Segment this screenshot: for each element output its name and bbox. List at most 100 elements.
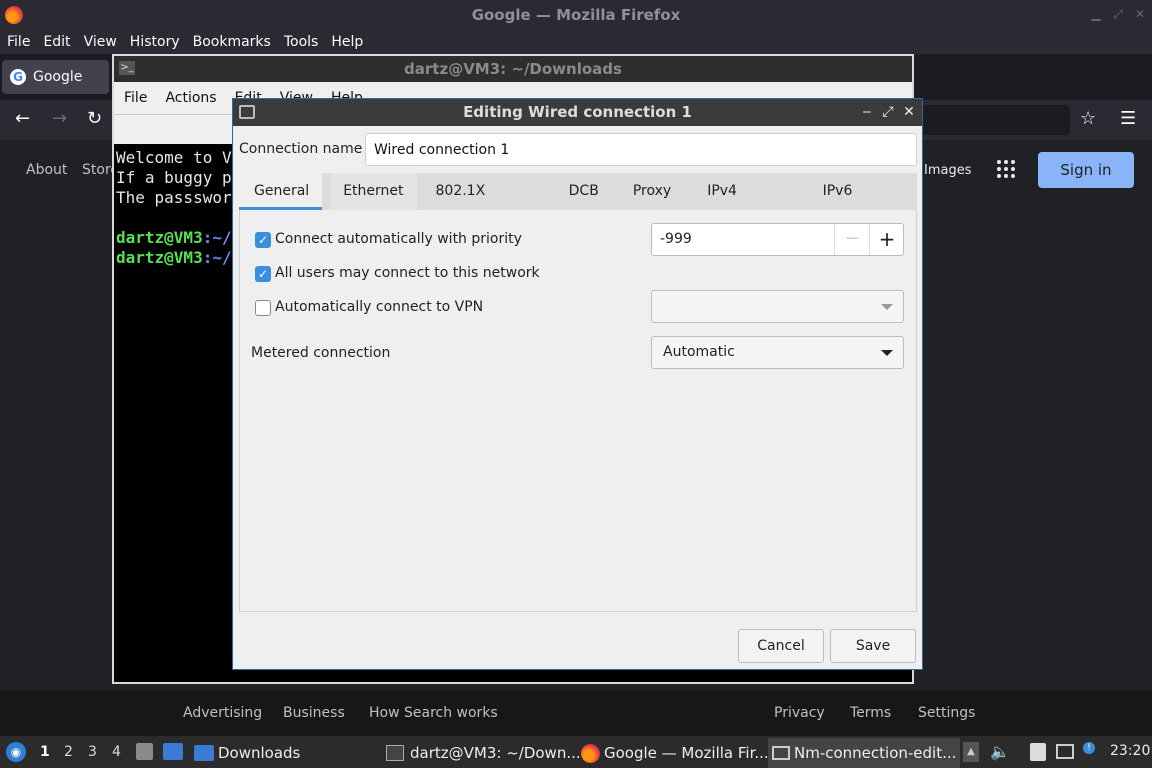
dropdown-arrow-icon [881, 304, 893, 310]
terminal-prompt: dartz@VM3:~/ [116, 228, 232, 247]
terminal-icon [386, 745, 404, 761]
all-users-checkbox[interactable]: ✓ [255, 266, 271, 282]
all-users-label[interactable]: All users may connect to this network [275, 265, 540, 281]
forward-icon[interactable]: → [52, 108, 67, 129]
menu-view[interactable]: View [78, 34, 123, 50]
auto-connect-checkbox[interactable]: ✓ [255, 232, 271, 248]
back-icon[interactable]: ← [15, 108, 30, 129]
store-link[interactable]: Store [82, 162, 112, 178]
dialog-title: Editing Wired connection 1 [233, 99, 922, 126]
dropdown-arrow-icon [881, 350, 893, 356]
start-menu-icon[interactable]: ◉ [6, 742, 26, 762]
menu-help[interactable]: Help [325, 34, 369, 50]
metered-combobox[interactable]: Automatic [651, 336, 904, 369]
clock[interactable]: 23:20 [1110, 743, 1150, 759]
priority-spinbox[interactable]: -999 − + [651, 223, 904, 256]
metered-value: Automatic [663, 344, 735, 360]
auto-vpn-label[interactable]: Automatically connect to VPN [275, 299, 483, 315]
save-button[interactable]: Save [830, 629, 916, 663]
firefox-menubar: File Edit View History Bookmarks Tools H… [0, 30, 1152, 54]
priority-value[interactable]: -999 [660, 231, 692, 247]
increment-icon[interactable]: + [869, 224, 904, 255]
images-link[interactable]: Images [924, 163, 972, 178]
dialog-minimize-icon[interactable]: ‒ [859, 104, 875, 120]
dialog-maximize-icon[interactable]: ⤢ [880, 104, 896, 120]
dialog-close-icon[interactable]: ✕ [901, 104, 917, 120]
terminal-menu-actions[interactable]: Actions [157, 90, 224, 106]
task-nm-connection-editor[interactable]: Nm-connection-edit... [768, 738, 961, 768]
network-status-icon[interactable] [1056, 744, 1074, 759]
show-desktop-icon[interactable] [163, 743, 183, 760]
file-manager-icon[interactable] [136, 743, 153, 760]
advertising-link[interactable]: Advertising [183, 705, 262, 721]
google-favicon-icon: G [10, 69, 26, 85]
terminal-line: The passswor [116, 188, 232, 207]
tab-8021x-security[interactable]: 802.1X Security [423, 173, 548, 235]
business-link[interactable]: Business [283, 705, 345, 721]
decrement-icon[interactable]: − [834, 224, 869, 255]
sign-in-button[interactable]: Sign in [1038, 152, 1134, 188]
downloads-label: Downloads [218, 744, 301, 762]
tab-ipv4-settings[interactable]: IPv4 Settings [694, 173, 801, 235]
tab-general[interactable]: General [239, 173, 323, 210]
privacy-link[interactable]: Privacy [774, 705, 825, 721]
workspace-4[interactable]: 4 [112, 744, 121, 760]
settings-link[interactable]: Settings [918, 705, 975, 721]
scroll-up-icon[interactable]: ▲ [963, 742, 979, 762]
menu-bookmarks[interactable]: Bookmarks [187, 34, 277, 50]
task-firefox[interactable]: Google — Mozilla Fir... [581, 740, 769, 766]
how-search-works-link[interactable]: How Search works [369, 705, 498, 721]
tab-proxy[interactable]: Proxy [620, 173, 684, 210]
vpn-combobox[interactable] [651, 290, 904, 323]
maximize-icon[interactable]: ⤢ [1110, 6, 1126, 22]
tab-ethernet[interactable]: Ethernet [330, 173, 417, 210]
firefox-logo-icon [5, 6, 23, 24]
terminal-title: dartz@VM3: ~/Downloads [114, 56, 912, 82]
tab-ipv6-settings[interactable]: IPv6 Settings [810, 173, 917, 235]
tab-google[interactable]: G Google [2, 60, 109, 94]
task-terminal[interactable]: dartz@VM3: ~/Down... [386, 740, 581, 766]
network-app-icon [239, 105, 255, 119]
workspace-3[interactable]: 3 [88, 744, 97, 760]
url-bar[interactable] [920, 105, 1070, 135]
connection-name-label: Connection name [239, 141, 363, 157]
minimize-icon[interactable]: ▁ [1088, 6, 1104, 22]
google-footer [0, 690, 1152, 736]
volume-icon[interactable]: 🔈 [990, 742, 1010, 761]
taskbar: ◉ 1 2 3 4 Downloads dartz@VM3: ~/Down...… [0, 736, 1152, 768]
auto-vpn-checkbox[interactable] [255, 300, 271, 316]
reload-icon[interactable]: ↻ [87, 108, 102, 129]
firefox-titlebar: Google — Mozilla Firefox [0, 0, 1152, 30]
update-notifier-icon[interactable]: ! [1083, 742, 1095, 754]
task-nm-label: Nm-connection-edit... [794, 744, 957, 762]
auto-connect-label[interactable]: Connect automatically with priority [275, 231, 522, 247]
tab-strip: General Ethernet 802.1X Security DCB Pro… [239, 173, 917, 235]
close-icon[interactable]: ✕ [1132, 6, 1148, 22]
terminal-menu-file[interactable]: File [116, 90, 155, 106]
apps-grid-icon[interactable] [997, 160, 1015, 178]
firefox-icon [581, 743, 600, 763]
terms-link[interactable]: Terms [850, 705, 891, 721]
about-link[interactable]: About [26, 162, 67, 178]
tab-label: Google [33, 69, 83, 85]
cancel-button[interactable]: Cancel [738, 629, 824, 663]
downloads-launcher[interactable]: Downloads [194, 740, 300, 766]
menu-tools[interactable]: Tools [278, 34, 325, 50]
metered-label: Metered connection [251, 345, 391, 361]
terminal-line: Welcome to V [116, 148, 232, 167]
terminal-output[interactable]: Welcome to V If a buggy p The passswor dar… [116, 148, 232, 268]
network-editor-icon [772, 746, 790, 760]
menu-file[interactable]: File [1, 34, 36, 50]
terminal-app-icon: >_ [119, 61, 135, 75]
menu-history[interactable]: History [124, 34, 186, 50]
workspace-1[interactable]: 1 [40, 744, 50, 760]
clipboard-icon[interactable] [1030, 743, 1046, 761]
menu-edit[interactable]: Edit [37, 34, 76, 50]
app-menu-icon[interactable]: ☰ [1120, 108, 1136, 129]
workspace-2[interactable]: 2 [64, 744, 73, 760]
connection-name-input[interactable] [365, 133, 917, 166]
task-terminal-label: dartz@VM3: ~/Down... [410, 744, 581, 762]
tab-dcb[interactable]: DCB [556, 173, 612, 210]
connection-editor-dialog: Editing Wired connection 1 ‒ ⤢ ✕ Connect… [232, 98, 923, 670]
bookmark-star-icon[interactable]: ☆ [1080, 108, 1096, 129]
